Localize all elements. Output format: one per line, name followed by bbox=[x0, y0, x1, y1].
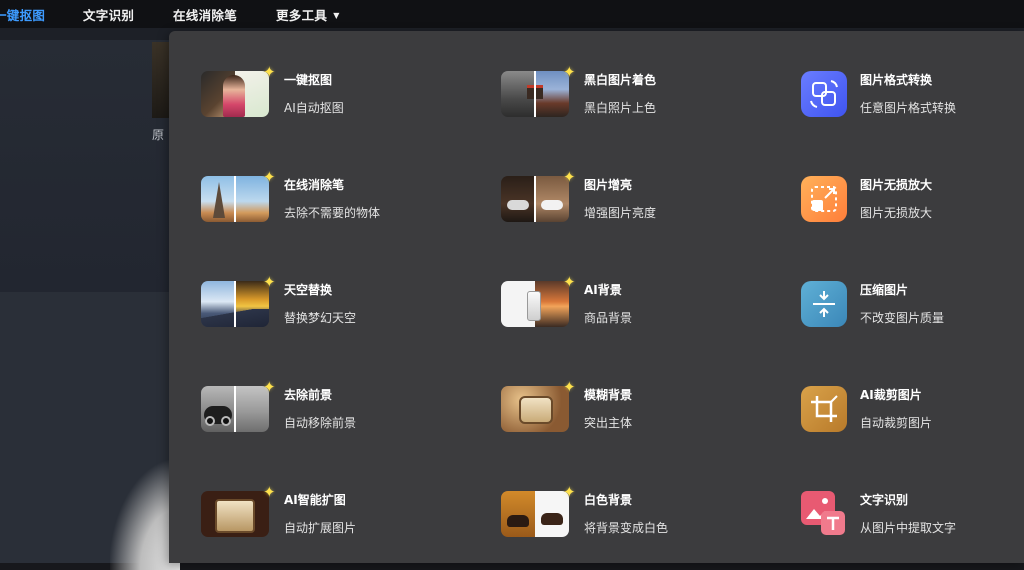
tool-ai-background[interactable]: ✦ AI背景 商品背景 bbox=[501, 273, 761, 337]
more-tools-dropdown: ✦ 一键抠图 AI自动抠图 ✦ 黑白图片着色 黑白照片上色 图片格式转换 任意图… bbox=[169, 31, 1024, 563]
format-convert-icon bbox=[801, 71, 847, 117]
sparkle-icon: ✦ bbox=[263, 483, 276, 501]
tool-desc: 突出主体 bbox=[584, 416, 633, 430]
compress-icon bbox=[801, 281, 847, 327]
background-thumbnail bbox=[152, 42, 170, 118]
blur-background-thumb bbox=[501, 386, 569, 432]
tool-desc: 去除不需要的物体 bbox=[284, 206, 381, 220]
tool-desc: 商品背景 bbox=[584, 311, 633, 325]
tool-remove-foreground[interactable]: ✦ 去除前景 自动移除前景 bbox=[201, 378, 461, 442]
sparkle-icon: ✦ bbox=[563, 483, 576, 501]
tool-desc: 自动移除前景 bbox=[284, 416, 357, 430]
tool-sky-replace[interactable]: ✦ 天空替换 替换梦幻天空 bbox=[201, 273, 461, 337]
nav-item-eraser[interactable]: 在线消除笔 bbox=[173, 5, 237, 24]
nav-item-text-recognition[interactable]: 文字识别 bbox=[83, 5, 134, 24]
nav-item-more-tools-label: 更多工具 bbox=[276, 8, 328, 23]
tool-desc: 不改变图片质量 bbox=[860, 311, 945, 325]
nav-item-cutout[interactable]: 一键抠图 bbox=[0, 5, 45, 24]
nav-item-more-tools[interactable]: 更多工具 ▼ bbox=[276, 5, 340, 24]
sparkle-icon: ✦ bbox=[563, 63, 576, 81]
eraser-thumb bbox=[201, 176, 269, 222]
tool-title: AI背景 bbox=[584, 283, 622, 297]
tool-ai-expand[interactable]: ✦ AI智能扩图 自动扩展图片 bbox=[201, 483, 461, 547]
sparkle-icon: ✦ bbox=[563, 168, 576, 186]
tool-title: AI裁剪图片 bbox=[860, 388, 922, 402]
sparkle-icon: ✦ bbox=[563, 378, 576, 396]
text-recognition-icon bbox=[801, 491, 847, 537]
tool-title: 图片增亮 bbox=[584, 178, 633, 192]
tool-desc: 从图片中提取文字 bbox=[860, 521, 957, 535]
white-background-thumb bbox=[501, 491, 569, 537]
tool-colorize[interactable]: ✦ 黑白图片着色 黑白照片上色 bbox=[501, 63, 761, 127]
cutout-thumb bbox=[201, 71, 269, 117]
tool-title: 文字识别 bbox=[860, 493, 909, 507]
top-nav-bar: 一键抠图 文字识别 在线消除笔 更多工具 ▼ bbox=[0, 0, 1024, 28]
tool-desc: 自动裁剪图片 bbox=[860, 416, 933, 430]
remove-foreground-thumb bbox=[201, 386, 269, 432]
upscale-icon bbox=[801, 176, 847, 222]
sparkle-icon: ✦ bbox=[263, 63, 276, 81]
tool-title: 图片无损放大 bbox=[860, 178, 933, 192]
crop-icon bbox=[801, 386, 847, 432]
tool-format-convert[interactable]: 图片格式转换 任意图片格式转换 bbox=[801, 71, 1024, 127]
tool-blur-background[interactable]: ✦ 模糊背景 突出主体 bbox=[501, 378, 761, 442]
sparkle-icon: ✦ bbox=[263, 273, 276, 291]
tool-desc: 任意图片格式转换 bbox=[860, 101, 957, 115]
ai-background-thumb bbox=[501, 281, 569, 327]
sparkle-icon: ✦ bbox=[563, 273, 576, 291]
tool-compress[interactable]: 压缩图片 不改变图片质量 bbox=[801, 281, 1024, 337]
tool-cutout[interactable]: ✦ 一键抠图 AI自动抠图 bbox=[201, 63, 461, 127]
tool-desc: 自动扩展图片 bbox=[284, 521, 357, 535]
tool-brighten[interactable]: ✦ 图片增亮 增强图片亮度 bbox=[501, 168, 761, 232]
tool-title: 模糊背景 bbox=[584, 388, 633, 402]
brighten-thumb bbox=[501, 176, 569, 222]
tool-desc: 黑白照片上色 bbox=[584, 101, 657, 115]
tool-title: 天空替换 bbox=[284, 283, 333, 297]
tool-title: 图片格式转换 bbox=[860, 73, 933, 87]
background-banner bbox=[0, 40, 170, 292]
tool-desc: AI自动抠图 bbox=[284, 101, 344, 115]
tool-title: AI智能扩图 bbox=[284, 493, 346, 507]
tool-title: 黑白图片着色 bbox=[584, 73, 657, 87]
tool-title: 一键抠图 bbox=[284, 73, 333, 87]
tool-upscale[interactable]: 图片无损放大 图片无损放大 bbox=[801, 176, 1024, 232]
tool-ai-crop[interactable]: AI裁剪图片 自动裁剪图片 bbox=[801, 386, 1024, 442]
tool-title: 在线消除笔 bbox=[284, 178, 345, 192]
tool-eraser[interactable]: ✦ 在线消除笔 去除不需要的物体 bbox=[201, 168, 461, 232]
sparkle-icon: ✦ bbox=[263, 378, 276, 396]
tool-desc: 图片无损放大 bbox=[860, 206, 933, 220]
tool-title: 压缩图片 bbox=[860, 283, 909, 297]
caret-down-icon: ▼ bbox=[333, 11, 340, 20]
tool-text-recognition[interactable]: 文字识别 从图片中提取文字 bbox=[801, 491, 1024, 547]
tool-white-background[interactable]: ✦ 白色背景 将背景变成白色 bbox=[501, 483, 761, 547]
tool-desc: 增强图片亮度 bbox=[584, 206, 657, 220]
tool-title: 白色背景 bbox=[584, 493, 633, 507]
colorize-thumb bbox=[501, 71, 569, 117]
tool-desc: 将背景变成白色 bbox=[584, 521, 669, 535]
tool-desc: 替换梦幻天空 bbox=[284, 311, 357, 325]
sky-thumb bbox=[201, 281, 269, 327]
background-label: 原 bbox=[152, 128, 165, 142]
tool-title: 去除前景 bbox=[284, 388, 333, 402]
sparkle-icon: ✦ bbox=[263, 168, 276, 186]
expand-thumb bbox=[201, 491, 269, 537]
